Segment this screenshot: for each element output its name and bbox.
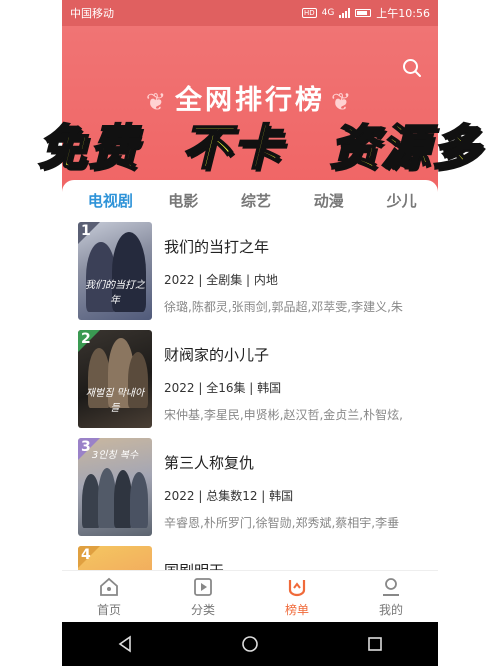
nav-profile[interactable]: 我的 [344,571,438,622]
nav-profile-label: 我的 [378,602,403,617]
slogan-no-lag: 不卡 [181,119,285,177]
poster-title: 재벌집 막내아들 [85,388,145,414]
home-circle-icon[interactable] [241,635,259,653]
rank-number: 1 [81,223,91,239]
nav-home[interactable]: 首页 [62,571,156,622]
item-title: 财阀家的小儿子 [164,346,270,364]
phone-screen: 中国移动 HD 4G 上午10:56 ❦ 全网排行榜 ❦ 电视剧 电影 综艺 动漫 … [62,0,438,666]
item-info: 我们的当打之年 2022 | 全剧集 | 内地 徐璐,陈都灵,张雨剑,郭品超,邓… [164,222,438,330]
poster-image: 1 我们的当打之年 [78,222,152,320]
tab-tv-series[interactable]: 电视剧 [74,190,147,211]
profile-icon [383,577,399,596]
rank-number: 2 [81,331,91,347]
tab-kids[interactable]: 少儿 [365,190,438,211]
search-icon[interactable] [402,58,422,78]
status-indicators: HD 4G 上午10:56 [301,5,430,21]
slogan-free: 免费 [37,119,141,177]
item-title: 我们的当打之年 [164,238,270,256]
tab-variety[interactable]: 综艺 [220,190,293,211]
ranking-list: 1 我们的当打之年 我们的当打之年 2022 | 全剧集 | 内地 徐璐,陈都灵… [62,222,438,570]
item-info: 第三人称复仇 2022 | 总集数12 | 韩国 辛睿恩,朴所罗门,徐智勋,郑秀… [164,438,438,546]
item-title: 第三人称复仇 [164,454,255,472]
list-item[interactable]: 4 国剧明天 [62,546,438,570]
home-icon [100,577,118,596]
network-label: 4G [321,8,335,18]
signal-icon [339,8,351,18]
item-cast: 辛睿恩,朴所罗门,徐智勋,郑秀斌,蔡相宇,李垂 [164,516,400,530]
list-item[interactable]: 3 3인칭 복수 第三人称复仇 2022 | 总集数12 | 韩国 辛睿恩,朴所… [62,438,438,546]
poster-title: 3인칭 복수 [91,450,139,461]
slogan-rich-resources: 资源多 [329,119,484,177]
nav-ranking[interactable]: 榜单 [250,571,344,622]
system-nav-bar [62,622,438,666]
tab-anime[interactable]: 动漫 [292,190,365,211]
rank-number: 4 [81,547,91,563]
hd-badge: HD [301,8,317,18]
bottom-nav: 首页 分类 榜单 我的 [62,570,438,622]
item-meta: 2022 | 总集数12 | 韩国 [164,489,294,503]
poster-image: 3 3인칭 복수 [78,438,152,536]
poster-image: 4 [78,546,152,570]
category-icon [194,577,212,596]
clock: 上午10:56 [376,7,430,20]
nav-home-label: 首页 [96,602,121,617]
ranking-icon [288,579,306,596]
laurel-left-icon: ❦ [145,87,169,116]
tab-movies[interactable]: 电影 [147,190,220,211]
item-meta: 2022 | 全剧集 | 内地 [164,273,278,287]
poster-image: 2 재벌집 막내아들 [78,330,152,428]
item-cast: 宋仲基,李星民,申贤彬,赵汉哲,金贞兰,朴智炫, [164,408,403,422]
item-cast: 徐璐,陈都灵,张雨剑,郭品超,邓萃雯,李建义,朱 [164,300,403,314]
nav-category[interactable]: 分类 [156,571,250,622]
status-bar: 中国移动 HD 4G 上午10:56 [62,0,438,26]
poster-title: 我们的当打之年 [85,280,145,306]
list-item[interactable]: 2 재벌집 막내아들 财阀家的小儿子 2022 | 全16集 | 韩国 宋仲基,… [62,330,438,438]
category-tabs: 电视剧 电影 综艺 动漫 少儿 [62,180,438,220]
list-item[interactable]: 1 我们的当打之年 我们的当打之年 2022 | 全剧集 | 内地 徐璐,陈都灵… [62,222,438,330]
item-info: 财阀家的小儿子 2022 | 全16集 | 韩国 宋仲基,李星民,申贤彬,赵汉哲… [164,330,438,438]
item-title: 国剧明天 [164,560,438,570]
nav-ranking-label: 榜单 [284,602,309,617]
item-info: 国剧明天 [164,546,438,570]
nav-category-label: 分类 [190,602,215,617]
back-icon[interactable] [116,635,134,653]
recents-icon[interactable] [366,635,384,653]
carrier-label: 中国移动 [70,7,114,20]
ranking-list-card: 电视剧 电影 综艺 动漫 少儿 1 我们的当打之年 我们的当打之年 2022 |… [62,180,438,570]
battery-icon [355,9,372,17]
item-meta: 2022 | 全16集 | 韩国 [164,381,282,395]
